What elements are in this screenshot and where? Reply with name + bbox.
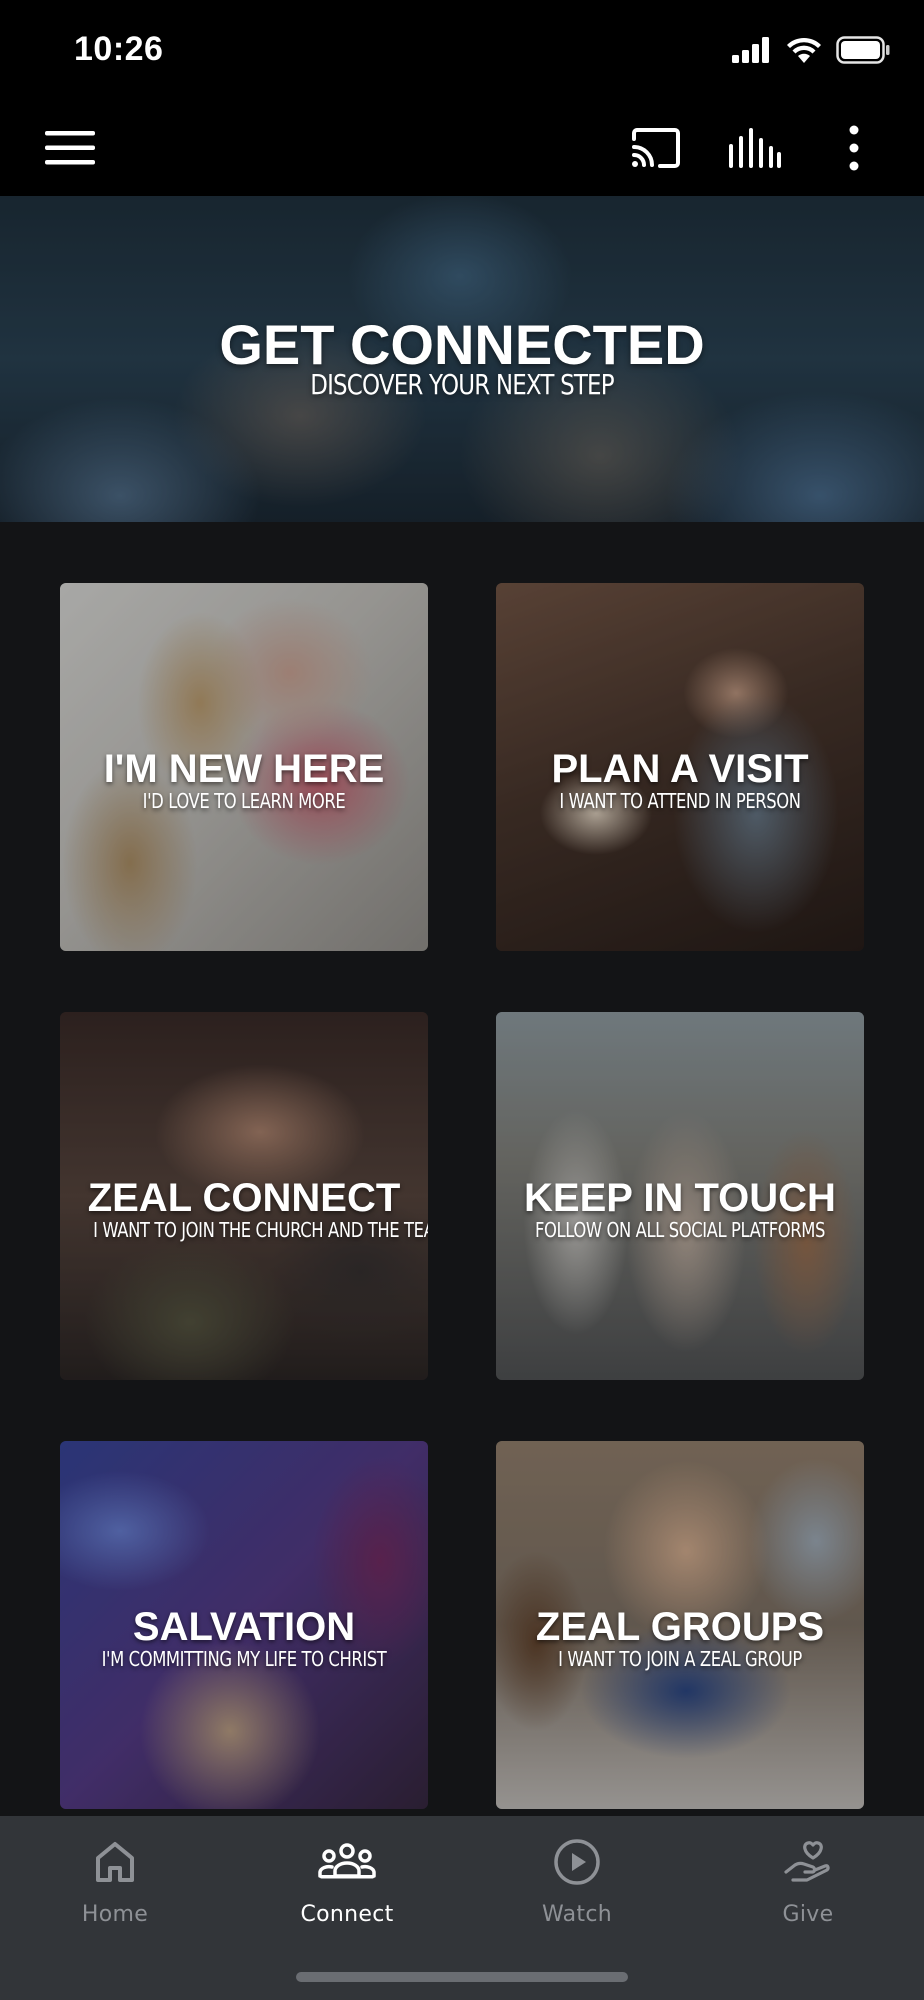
card-title: ZEAL GROUPS	[535, 1605, 825, 1649]
hero-banner: GET CONNECTED DISCOVER YOUR NEXT STEP	[0, 196, 924, 522]
play-circle-icon	[554, 1839, 600, 1885]
audio-bars-icon	[729, 128, 781, 168]
battery-icon	[836, 36, 890, 69]
card-title: SALVATION	[132, 1605, 356, 1649]
home-icon	[96, 1842, 134, 1882]
cellular-signal-icon	[732, 37, 772, 68]
more-options-button[interactable]	[830, 120, 878, 176]
nav-connect-label: Connect	[300, 1902, 394, 1927]
card-subtitle: I WANT TO ATTEND IN PERSON	[559, 789, 801, 813]
nav-watch-label: Watch	[542, 1902, 612, 1927]
card-subtitle: I'D LOVE TO LEARN MORE	[142, 789, 346, 813]
people-icon	[318, 1843, 376, 1879]
card-zeal-groups[interactable]: ZEAL GROUPS I WANT TO JOIN A ZEAL GROUP	[496, 1441, 864, 1809]
more-vertical-icon	[849, 125, 859, 171]
status-bar: 10:26	[0, 0, 924, 100]
nav-connect[interactable]: Connect	[257, 1834, 437, 1944]
wifi-icon	[786, 36, 822, 69]
audio-button[interactable]	[722, 120, 788, 176]
card-im-new-here[interactable]: I'M NEW HERE I'D LOVE TO LEARN MORE	[60, 583, 428, 951]
status-time: 10:26	[74, 30, 164, 68]
card-subtitle: FOLLOW ON ALL SOCIAL PLATFORMS	[534, 1218, 825, 1242]
app-bar	[0, 100, 924, 196]
card-salvation[interactable]: SALVATION I'M COMMITTING MY LIFE TO CHRI…	[60, 1441, 428, 1809]
card-plan-a-visit[interactable]: PLAN A VISIT I WANT TO ATTEND IN PERSON	[496, 583, 864, 951]
home-indicator[interactable]	[296, 1972, 628, 1982]
nav-home[interactable]: Home	[25, 1834, 205, 1944]
menu-button[interactable]	[40, 124, 100, 172]
card-subtitle: I'M COMMITTING MY LIFE TO CHRIST	[101, 1647, 387, 1671]
nav-home-label: Home	[81, 1902, 149, 1927]
card-title: I'M NEW HERE	[103, 747, 385, 791]
card-keep-in-touch[interactable]: KEEP IN TOUCH FOLLOW ON ALL SOCIAL PLATF…	[496, 1012, 864, 1380]
card-subtitle: I WANT TO JOIN THE CHURCH AND THE TEAM	[93, 1218, 428, 1242]
cast-icon	[632, 128, 680, 168]
cast-button[interactable]	[626, 120, 686, 176]
menu-icon	[45, 131, 95, 165]
status-icons	[732, 36, 890, 69]
nav-give-label: Give	[782, 1902, 834, 1927]
card-zeal-connect[interactable]: ZEAL CONNECT I WANT TO JOIN THE CHURCH A…	[60, 1012, 428, 1380]
card-title: KEEP IN TOUCH	[524, 1176, 836, 1220]
card-title: PLAN A VISIT	[551, 747, 809, 791]
hero-subtitle: DISCOVER YOUR NEXT STEP	[310, 368, 614, 401]
card-title: ZEAL CONNECT	[87, 1176, 401, 1220]
nav-give[interactable]: Give	[718, 1834, 898, 1944]
nav-watch[interactable]: Watch	[487, 1834, 667, 1944]
heart-hand-icon	[784, 1841, 830, 1882]
card-subtitle: I WANT TO JOIN A ZEAL GROUP	[558, 1647, 802, 1671]
